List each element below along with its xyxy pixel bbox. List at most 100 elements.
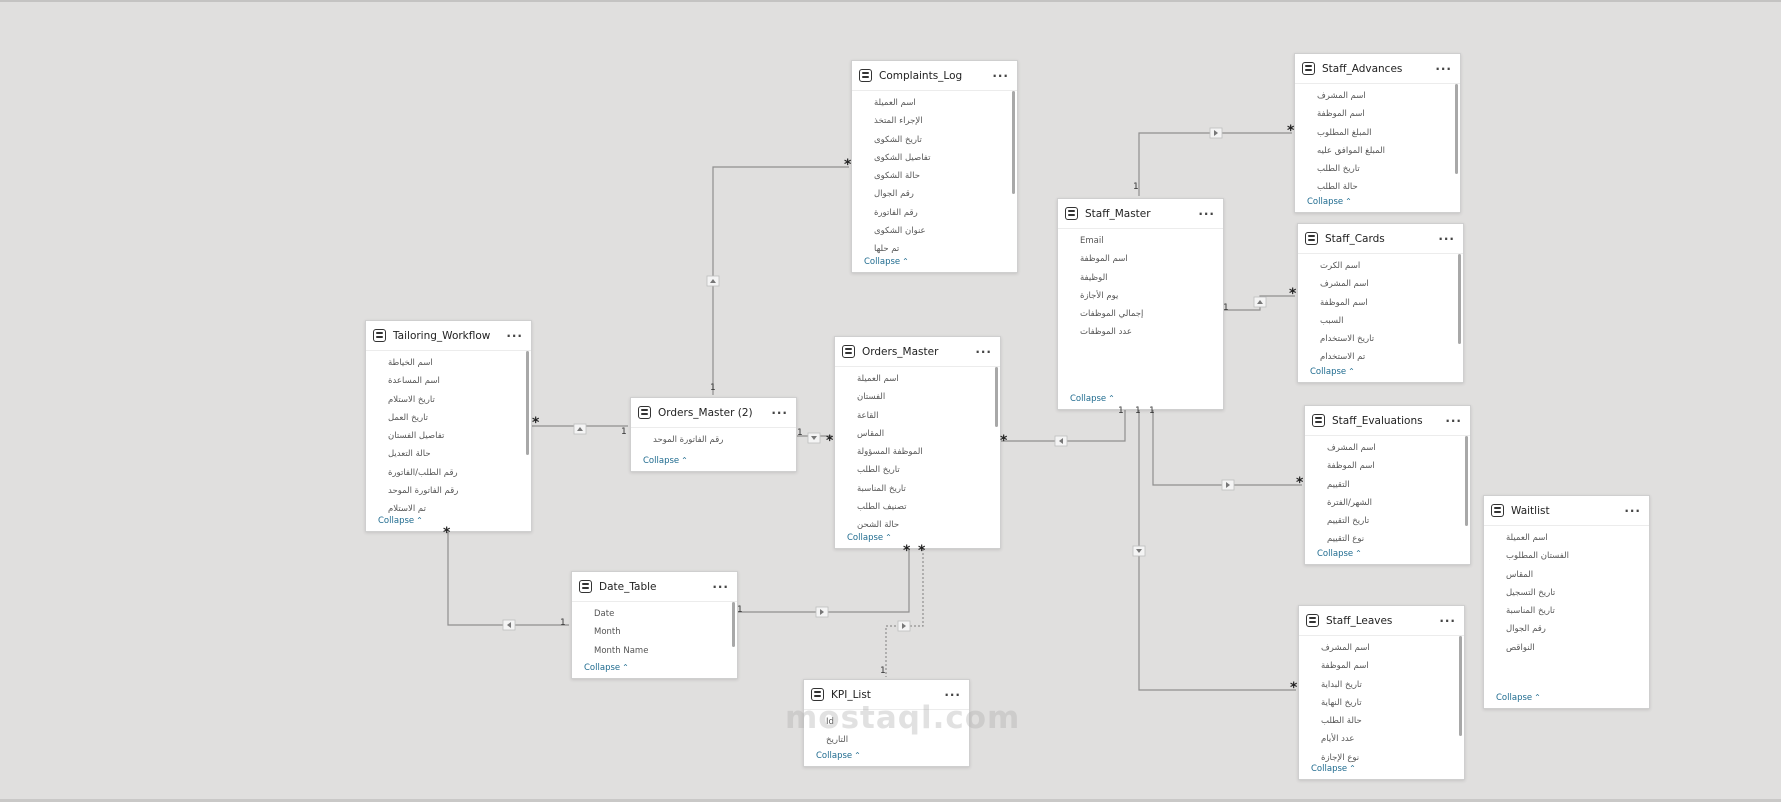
- more-options-icon[interactable]: ···: [944, 689, 961, 701]
- more-options-icon[interactable]: ···: [712, 581, 729, 593]
- field-list-scrollbar[interactable]: [1458, 254, 1461, 344]
- field-item[interactable]: يوم الأجازة: [1080, 287, 1223, 305]
- collapse-button[interactable]: Collapse ⌃: [1310, 367, 1355, 377]
- more-options-icon[interactable]: ···: [992, 70, 1009, 82]
- field-item[interactable]: الإجراء المتخذ: [874, 112, 1017, 130]
- table-card-tailoring[interactable]: Tailoring_Workflow ··· اسم الخياطة اسم المس…: [365, 320, 532, 532]
- table-header[interactable]: Staff_Advances ···: [1295, 54, 1460, 84]
- table-card-complaints[interactable]: Complaints_Log ··· اسم العميلة الإجراء المت…: [851, 60, 1018, 273]
- field-item[interactable]: تفاصيل الفستان: [388, 427, 531, 445]
- field-item[interactable]: اسم العميلة: [874, 94, 1017, 112]
- more-options-icon[interactable]: ···: [975, 346, 992, 358]
- field-item[interactable]: حالة الشكوى: [874, 167, 1017, 185]
- field-item[interactable]: حالة التعديل: [388, 445, 531, 463]
- field-item[interactable]: تاريخ التقييم: [1327, 512, 1470, 530]
- field-item[interactable]: تاريخ العمل: [388, 409, 531, 427]
- field-item[interactable]: عدد الموظفات: [1080, 323, 1223, 341]
- table-header[interactable]: Orders_Master ···: [835, 337, 1000, 367]
- line-orders-kpi[interactable]: [885, 549, 924, 677]
- field-list-scrollbar[interactable]: [1455, 84, 1458, 174]
- field-item[interactable]: الوظيفة: [1080, 269, 1223, 287]
- model-diagram-canvas[interactable]: Complaints_Log ··· اسم العميلة الإجراء المت…: [0, 0, 1781, 802]
- field-item[interactable]: اسم المشرف: [1321, 639, 1464, 657]
- field-item[interactable]: اسم الكرت: [1320, 257, 1463, 275]
- line-orders2-complaints[interactable]: [712, 166, 849, 395]
- table-header[interactable]: Staff_Leaves ···: [1299, 606, 1464, 636]
- field-item[interactable]: Email: [1080, 232, 1223, 250]
- collapse-button[interactable]: Collapse ⌃: [1317, 549, 1362, 559]
- field-item[interactable]: اسم الموظفة: [1080, 250, 1223, 268]
- field-item[interactable]: اسم الخياطة: [388, 354, 531, 372]
- field-item[interactable]: Month: [594, 623, 737, 641]
- field-item[interactable]: الموظفة المسؤولة: [857, 443, 1000, 461]
- table-header[interactable]: Staff_Master ···: [1058, 199, 1223, 229]
- field-item[interactable]: عنوان الشكوى: [874, 222, 1017, 240]
- field-list-scrollbar[interactable]: [1012, 91, 1015, 194]
- field-item[interactable]: رقم الجوال: [874, 185, 1017, 203]
- field-item[interactable]: تاريخ المناسبة: [857, 480, 1000, 498]
- table-card-staff-cards[interactable]: Staff_Cards ··· اسم الكرت اسم المشرف اسم الم…: [1297, 223, 1464, 383]
- field-item[interactable]: حالة الطلب: [1321, 712, 1464, 730]
- field-item[interactable]: المقاس: [1506, 566, 1649, 584]
- field-item[interactable]: رقم الفاتورة الموحد: [653, 431, 796, 449]
- collapse-button[interactable]: Collapse ⌃: [1307, 197, 1352, 207]
- field-item[interactable]: اسم المشرف: [1320, 275, 1463, 293]
- field-item[interactable]: Month Name: [594, 642, 737, 660]
- field-item[interactable]: حالة الطلب: [1317, 178, 1460, 196]
- table-card-staff-leaves[interactable]: Staff_Leaves ··· اسم المشرف اسم الموظفة تاري…: [1298, 605, 1465, 780]
- field-list-scrollbar[interactable]: [526, 351, 529, 455]
- field-item[interactable]: رقم الطلب/الفاتورة: [388, 464, 531, 482]
- field-item[interactable]: إجمالي الموظفات: [1080, 305, 1223, 323]
- more-options-icon[interactable]: ···: [771, 407, 788, 419]
- field-item[interactable]: اسم الموظفة: [1320, 294, 1463, 312]
- field-item[interactable]: المقاس: [857, 425, 1000, 443]
- table-header[interactable]: Staff_Evaluations ···: [1305, 406, 1470, 436]
- table-header[interactable]: Orders_Master (2) ···: [631, 398, 796, 428]
- field-item[interactable]: تاريخ البداية: [1321, 676, 1464, 694]
- collapse-button[interactable]: Collapse ⌃: [864, 257, 909, 267]
- field-item[interactable]: تاريخ الاستخدام: [1320, 330, 1463, 348]
- field-item[interactable]: رقم الجوال: [1506, 620, 1649, 638]
- table-header[interactable]: Complaints_Log ···: [852, 61, 1017, 91]
- field-item[interactable]: اسم المشرف: [1317, 87, 1460, 105]
- field-item[interactable]: اسم المساعدة: [388, 372, 531, 390]
- collapse-button[interactable]: Collapse ⌃: [1311, 764, 1356, 774]
- more-options-icon[interactable]: ···: [1624, 505, 1641, 517]
- field-item[interactable]: اسم الموظفة: [1327, 457, 1470, 475]
- field-item[interactable]: اسم الموظفة: [1317, 105, 1460, 123]
- table-header[interactable]: Tailoring_Workflow ···: [366, 321, 531, 351]
- field-item[interactable]: حالة الشحن: [857, 516, 1000, 534]
- field-item[interactable]: المبلغ المطلوب: [1317, 124, 1460, 142]
- field-item[interactable]: تاريخ النهاية: [1321, 694, 1464, 712]
- field-item[interactable]: نوع التقييم: [1327, 530, 1470, 548]
- line-staffmaster-leaves[interactable]: [1138, 410, 1296, 691]
- field-item[interactable]: تاريخ الطلب: [857, 461, 1000, 479]
- line-staffmaster-advances[interactable]: [1138, 132, 1292, 196]
- field-item[interactable]: اسم العميلة: [1506, 529, 1649, 547]
- table-card-staff-eval[interactable]: Staff_Evaluations ··· اسم المشرف اسم الموظف…: [1304, 405, 1471, 565]
- field-item[interactable]: القاعة: [857, 407, 1000, 425]
- field-item[interactable]: تاريخ الاستلام: [388, 391, 531, 409]
- more-options-icon[interactable]: ···: [1439, 615, 1456, 627]
- table-card-date-table[interactable]: Date_Table ··· Date Month Month Name Collapse…: [571, 571, 738, 679]
- field-item[interactable]: تاريخ الطلب: [1317, 160, 1460, 178]
- field-item[interactable]: Date: [594, 605, 737, 623]
- more-options-icon[interactable]: ···: [1438, 233, 1455, 245]
- table-card-staff-master[interactable]: Staff_Master ··· Email اسم الموظفة الوظيفة يو…: [1057, 198, 1224, 410]
- more-options-icon[interactable]: ···: [1435, 63, 1452, 75]
- field-item[interactable]: تم حلها: [874, 240, 1017, 258]
- line-date-orders[interactable]: [738, 549, 910, 613]
- collapse-button[interactable]: Collapse ⌃: [643, 456, 688, 466]
- field-item[interactable]: السبب: [1320, 312, 1463, 330]
- collapse-button[interactable]: Collapse ⌃: [378, 516, 423, 526]
- field-item[interactable]: تصنيف الطلب: [857, 498, 1000, 516]
- field-list-scrollbar[interactable]: [1465, 436, 1468, 526]
- more-options-icon[interactable]: ···: [506, 330, 523, 342]
- field-item[interactable]: تاريخ الشكوى: [874, 131, 1017, 149]
- collapse-button[interactable]: Collapse ⌃: [584, 663, 629, 673]
- more-options-icon[interactable]: ···: [1445, 415, 1462, 427]
- line-staffmaster-evaluations[interactable]: [1152, 410, 1302, 486]
- collapse-button[interactable]: Collapse ⌃: [1496, 693, 1541, 703]
- field-item[interactable]: اسم المشرف: [1327, 439, 1470, 457]
- line-tailoring-date[interactable]: [447, 531, 569, 626]
